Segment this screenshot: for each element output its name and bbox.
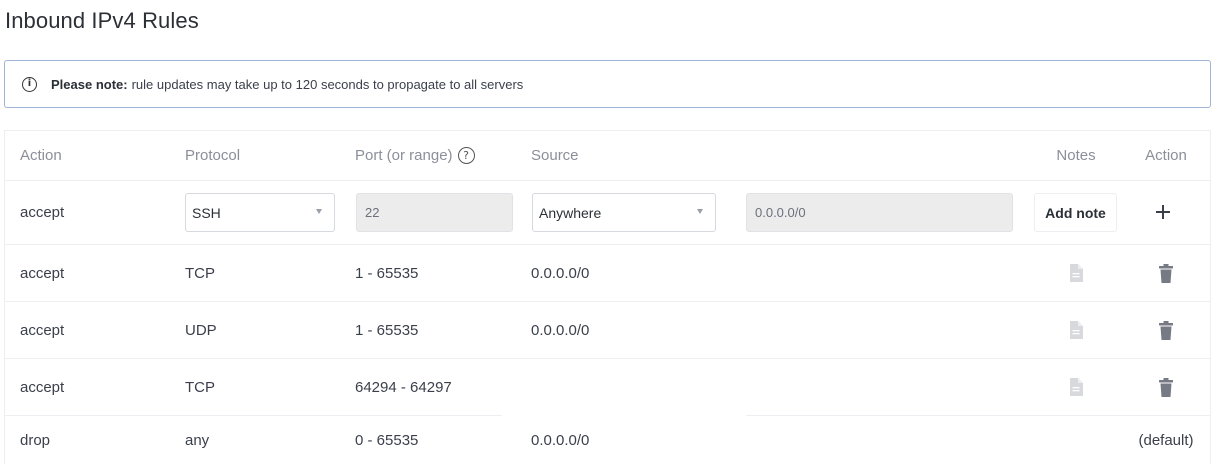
table-row: accept TCP 64294 - 64297 xyxy=(5,359,1210,416)
row-port: 0 - 65535 xyxy=(355,432,419,449)
new-rule-action: accept xyxy=(20,204,65,221)
row-source: 0.0.0.0/0 xyxy=(531,432,590,449)
protocol-select-value: SSH xyxy=(192,204,221,221)
row-port: 1 - 65535 xyxy=(355,264,419,282)
header-port-label: Port (or range) xyxy=(355,147,453,164)
note-icon[interactable] xyxy=(1035,245,1117,301)
source-select-value: Anywhere xyxy=(539,204,602,221)
row-protocol: TCP xyxy=(185,264,215,282)
row-source: 0.0.0.0/0 xyxy=(531,321,590,339)
table-row: accept UDP 1 - 65535 0.0.0.0/0 xyxy=(5,302,1210,359)
add-note-button[interactable]: Add note xyxy=(1034,193,1117,232)
row-protocol: UDP xyxy=(185,321,217,339)
default-row: drop any 0 - 65535 0.0.0.0/0 (default) xyxy=(5,415,1210,464)
table-header: Action Protocol Port (or range) ? Source… xyxy=(5,131,1210,181)
row-action: accept xyxy=(20,378,65,396)
rules-table: Action Protocol Port (or range) ? Source… xyxy=(4,130,1211,464)
header-port: Port (or range) ? xyxy=(355,131,475,180)
row-source: 0.0.0.0/0 xyxy=(531,264,590,282)
plus-icon[interactable] xyxy=(1152,201,1174,223)
source-cidr-input[interactable]: 0.0.0.0/0 xyxy=(746,193,1013,232)
caret-down-icon xyxy=(316,209,322,214)
table-row: accept TCP 1 - 65535 0.0.0.0/0 xyxy=(5,245,1210,302)
protocol-select[interactable]: SSH xyxy=(185,193,335,232)
header-action: Action xyxy=(20,147,62,164)
row-protocol: TCP xyxy=(185,378,215,396)
notice-bold: Please note: xyxy=(51,76,128,92)
port-input[interactable]: 22 xyxy=(356,193,513,232)
trash-icon[interactable] xyxy=(1125,245,1207,301)
page-title: Inbound IPv4 Rules xyxy=(5,8,199,33)
header-protocol: Protocol xyxy=(185,147,241,164)
trash-icon[interactable] xyxy=(1125,359,1207,415)
default-label: (default) xyxy=(1138,432,1194,449)
caret-down-icon xyxy=(697,209,703,214)
row-action: accept xyxy=(20,321,65,339)
info-icon: i xyxy=(22,76,37,92)
trash-icon[interactable] xyxy=(1125,302,1207,358)
row-protocol: any xyxy=(185,432,210,449)
notice-text: rule updates may take up to 120 seconds … xyxy=(131,76,524,92)
note-icon[interactable] xyxy=(1035,302,1117,358)
row-port: 64294 - 64297 xyxy=(355,378,452,396)
header-source: Source xyxy=(531,147,579,164)
question-circle-icon[interactable]: ? xyxy=(457,147,475,164)
new-rule-row: accept SSH 22 Anywhere 0.0.0.0/0 Add not… xyxy=(5,181,1210,245)
row-port: 1 - 65535 xyxy=(355,321,419,339)
row-action: accept xyxy=(20,264,65,282)
propagation-notice: i Please note: rule updates may take up … xyxy=(4,60,1211,108)
header-action-2: Action xyxy=(1145,147,1187,164)
row-action: drop xyxy=(20,432,51,449)
source-select[interactable]: Anywhere xyxy=(532,193,716,232)
header-notes: Notes xyxy=(1056,147,1096,164)
note-icon[interactable] xyxy=(1035,359,1117,415)
